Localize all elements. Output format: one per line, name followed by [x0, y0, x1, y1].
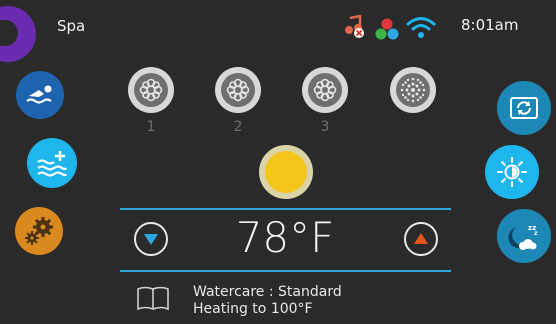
- brightness-button[interactable]: [485, 145, 539, 199]
- water-level-button[interactable]: [27, 138, 77, 188]
- temperature-display: 78°F: [235, 213, 335, 262]
- jet-icon: [139, 78, 163, 102]
- watercare-status: Watercare : Standard: [193, 284, 342, 300]
- flip-screen-button[interactable]: [497, 81, 551, 135]
- pump-1-label: 1: [146, 119, 156, 135]
- swimmer-icon: [26, 85, 52, 104]
- flip-icon: [510, 97, 538, 119]
- swim-mode-button[interactable]: [16, 71, 64, 119]
- pump-3-button[interactable]: [302, 67, 348, 113]
- pump-2-label: 2: [233, 119, 243, 135]
- temperature-top-divider: [120, 208, 451, 210]
- pump-2-button[interactable]: [215, 67, 261, 113]
- wifi-icon: [406, 15, 436, 39]
- profile-button[interactable]: [0, 6, 36, 62]
- sleep-button[interactable]: zz z: [497, 209, 551, 263]
- app-title: Spa: [57, 17, 86, 35]
- down-arrow-icon: [144, 234, 158, 245]
- temperature-up-button[interactable]: [404, 222, 438, 256]
- pump-3-label: 3: [320, 119, 330, 135]
- settings-button[interactable]: [15, 207, 63, 255]
- temperature-bottom-divider: [120, 270, 451, 272]
- clock: 8:01am: [461, 16, 519, 34]
- color-dots-icon: [375, 18, 399, 40]
- book-icon[interactable]: [136, 285, 170, 311]
- spa-control-screen: Spa 8:01am 1 2 3 zz z 78°F Watercare: S…: [0, 0, 556, 324]
- jet-icon: [313, 78, 337, 102]
- music-muted-icon: [344, 14, 366, 39]
- gears-icon: [25, 217, 53, 245]
- blower-button[interactable]: [390, 67, 436, 113]
- light-button[interactable]: [259, 145, 313, 199]
- water-plus-icon: [37, 151, 68, 177]
- svg-text:z: z: [534, 230, 538, 237]
- blower-icon: [400, 77, 426, 103]
- light-icon: [265, 151, 307, 193]
- temperature-down-button[interactable]: [134, 222, 168, 256]
- jet-icon: [226, 78, 250, 102]
- up-arrow-icon: [414, 233, 428, 244]
- sun-icon: [497, 157, 527, 187]
- sleep-icon: zz z: [508, 224, 538, 250]
- pump-1-button[interactable]: [128, 67, 174, 113]
- heating-status: Heating to 100°F: [193, 301, 313, 317]
